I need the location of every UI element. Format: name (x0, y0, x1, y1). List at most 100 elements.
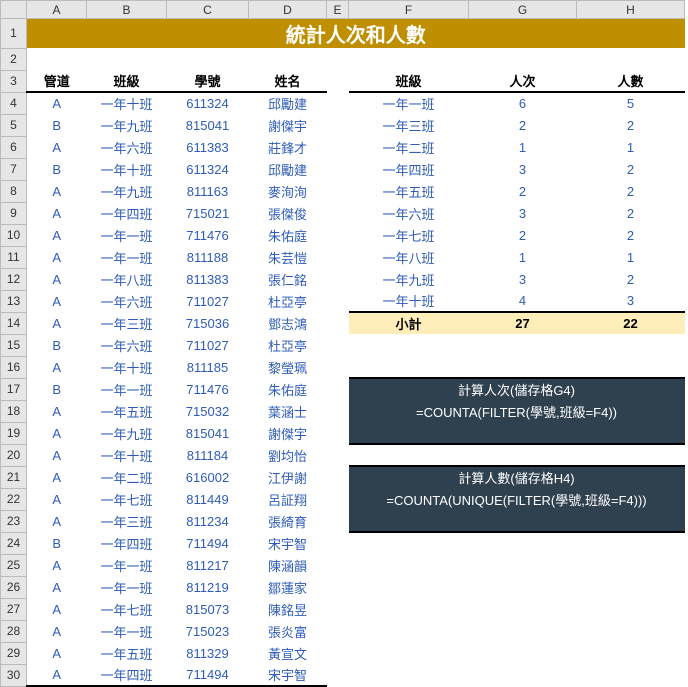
left-a: A (27, 510, 87, 532)
left-c: 611324 (167, 92, 249, 114)
left-header-a: 管道 (27, 70, 87, 92)
right-g: 2 (469, 114, 577, 136)
left-d: 陳銘昱 (249, 598, 327, 620)
row-header-11[interactable]: 11 (1, 246, 27, 268)
left-d: 謝傑宇 (249, 114, 327, 136)
left-a: A (27, 224, 87, 246)
left-b: 一年三班 (87, 312, 167, 334)
col-header-E[interactable]: E (327, 1, 349, 19)
row-header-26[interactable]: 26 (1, 576, 27, 598)
left-b: 一年七班 (87, 488, 167, 510)
row-header-27[interactable]: 27 (1, 598, 27, 620)
column-headers[interactable]: ABCDEFGH (1, 1, 685, 19)
left-c: 815041 (167, 114, 249, 136)
left-a: B (27, 114, 87, 136)
blank (577, 356, 685, 378)
right-f: 一年六班 (349, 202, 469, 224)
row-header-10[interactable]: 10 (1, 224, 27, 246)
right-g: 1 (469, 246, 577, 268)
left-d: 朱芸愷 (249, 246, 327, 268)
row-header-19[interactable]: 19 (1, 422, 27, 444)
gap (327, 488, 349, 510)
row-header-21[interactable]: 21 (1, 466, 27, 488)
row-header-16[interactable]: 16 (1, 356, 27, 378)
col-header-D[interactable]: D (249, 1, 327, 19)
col-header-A[interactable]: A (27, 1, 87, 19)
blank (469, 444, 577, 466)
left-d: 宋宇智 (249, 664, 327, 686)
row-header-8[interactable]: 8 (1, 180, 27, 202)
right-g: 2 (469, 180, 577, 202)
row-header-9[interactable]: 9 (1, 202, 27, 224)
left-c: 811163 (167, 180, 249, 202)
gap (327, 576, 349, 598)
row-header-22[interactable]: 22 (1, 488, 27, 510)
blank (249, 48, 327, 70)
subtotal-label: 小計 (349, 312, 469, 334)
left-a: B (27, 532, 87, 554)
col-header-F[interactable]: F (349, 1, 469, 19)
row-header-23[interactable]: 23 (1, 510, 27, 532)
row-header-6[interactable]: 6 (1, 136, 27, 158)
row-header-25[interactable]: 25 (1, 554, 27, 576)
spreadsheet-grid[interactable]: ABCDEFGH 1統計人次和人數23管道班級學號姓名班級人次人數4A一年十班6… (0, 0, 685, 687)
left-c: 715021 (167, 202, 249, 224)
left-c: 711476 (167, 224, 249, 246)
row-header-15[interactable]: 15 (1, 334, 27, 356)
row-header-7[interactable]: 7 (1, 158, 27, 180)
left-d: 江伊謝 (249, 466, 327, 488)
left-a: A (27, 202, 87, 224)
left-a: A (27, 246, 87, 268)
formula2-pad (349, 510, 685, 532)
row-header-29[interactable]: 29 (1, 642, 27, 664)
col-header-H[interactable]: H (577, 1, 685, 19)
col-header-G[interactable]: G (469, 1, 577, 19)
row-header-17[interactable]: 17 (1, 378, 27, 400)
right-g: 3 (469, 158, 577, 180)
blank (577, 334, 685, 356)
left-c: 715036 (167, 312, 249, 334)
gap (327, 114, 349, 136)
left-b: 一年六班 (87, 136, 167, 158)
right-f: 一年七班 (349, 224, 469, 246)
row-header-28[interactable]: 28 (1, 620, 27, 642)
left-a: B (27, 334, 87, 356)
row-header-12[interactable]: 12 (1, 268, 27, 290)
left-b: 一年一班 (87, 378, 167, 400)
left-c: 711494 (167, 532, 249, 554)
right-header-g: 人次 (469, 70, 577, 92)
row-header-14[interactable]: 14 (1, 312, 27, 334)
blank (577, 620, 685, 642)
row-header-18[interactable]: 18 (1, 400, 27, 422)
right-h: 1 (577, 246, 685, 268)
col-header-C[interactable]: C (167, 1, 249, 19)
blank (577, 532, 685, 554)
left-c: 711476 (167, 378, 249, 400)
page-title: 統計人次和人數 (27, 19, 685, 49)
left-a: A (27, 554, 87, 576)
row-header-3[interactable]: 3 (1, 70, 27, 92)
left-c: 715023 (167, 620, 249, 642)
left-b: 一年四班 (87, 532, 167, 554)
left-b: 一年九班 (87, 422, 167, 444)
blank (349, 554, 469, 576)
gap (327, 246, 349, 268)
gap (327, 290, 349, 312)
left-a: A (27, 642, 87, 664)
left-c: 711494 (167, 664, 249, 686)
row-header-20[interactable]: 20 (1, 444, 27, 466)
left-a: A (27, 180, 87, 202)
left-a: A (27, 664, 87, 686)
row-header-1[interactable]: 1 (1, 19, 27, 49)
row-header-24[interactable]: 24 (1, 532, 27, 554)
right-h: 2 (577, 224, 685, 246)
row-header-4[interactable]: 4 (1, 92, 27, 114)
gap (327, 378, 349, 400)
row-header-13[interactable]: 13 (1, 290, 27, 312)
row-header-2[interactable]: 2 (1, 48, 27, 70)
right-f: 一年九班 (349, 268, 469, 290)
col-header-B[interactable]: B (87, 1, 167, 19)
left-d: 葉涵士 (249, 400, 327, 422)
row-header-5[interactable]: 5 (1, 114, 27, 136)
row-header-30[interactable]: 30 (1, 664, 27, 686)
